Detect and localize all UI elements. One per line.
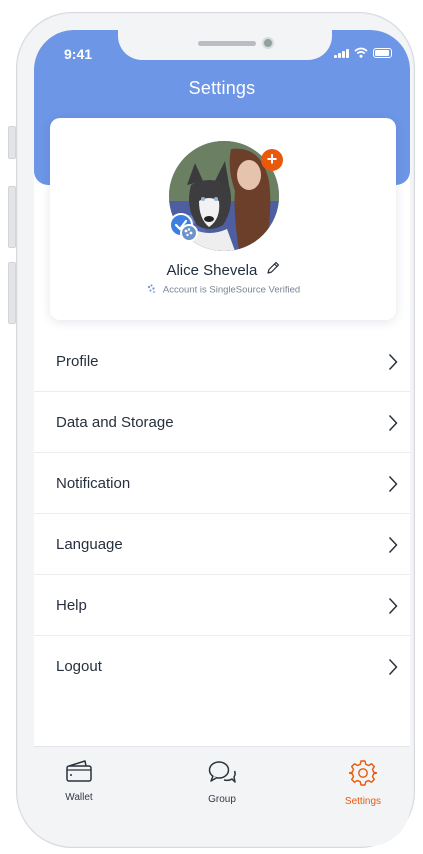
mute-switch xyxy=(8,126,16,159)
signal-icon xyxy=(334,49,349,58)
status-time: 9:41 xyxy=(64,46,93,62)
singlesource-badge-icon xyxy=(180,224,198,242)
app-screen: 9:41 Settings + Alice Shevela Account is… xyxy=(34,30,410,846)
profile-card: + Alice Shevela Account is SingleSource … xyxy=(50,118,396,320)
edit-pencil-icon[interactable] xyxy=(266,261,280,279)
settings-menu: Profile Data and Storage Notification La… xyxy=(34,331,410,697)
verification-text: Account is SingleSource Verified xyxy=(162,284,301,296)
gear-icon xyxy=(348,760,378,786)
menu-item-label: Logout xyxy=(56,658,102,675)
tab-settings-label: Settings xyxy=(344,796,382,807)
menu-item-logout[interactable]: Logout xyxy=(34,636,410,697)
chat-bubbles-icon xyxy=(208,761,236,783)
menu-item-data-and-storage[interactable]: Data and Storage xyxy=(34,392,410,453)
menu-item-label: Notification xyxy=(56,474,131,492)
menu-item-label: Help xyxy=(56,596,87,614)
wifi-icon xyxy=(354,47,368,58)
wallet-icon xyxy=(66,760,92,782)
tab-wallet-label: Wallet xyxy=(65,792,93,803)
user-name-text: Alice Shevela xyxy=(166,261,258,279)
menu-item-label: Language xyxy=(56,535,123,553)
tab-wallet[interactable]: Wallet xyxy=(34,759,124,803)
menu-item-notification[interactable]: Notification xyxy=(34,453,410,514)
volume-up-button xyxy=(8,186,16,248)
tab-group[interactable]: Group xyxy=(177,759,267,805)
front-camera xyxy=(262,37,274,49)
plus-icon: + xyxy=(266,149,278,169)
singlesource-icon xyxy=(146,283,157,297)
chevron-right-icon xyxy=(388,536,398,554)
speaker-grille xyxy=(198,41,256,46)
menu-item-profile[interactable]: Profile xyxy=(34,331,410,392)
add-photo-button[interactable]: + xyxy=(261,149,283,171)
menu-item-help[interactable]: Help xyxy=(34,575,410,636)
menu-item-label: Profile xyxy=(56,352,99,370)
user-name: Alice Shevela xyxy=(50,261,396,279)
avatar-container: + xyxy=(169,141,283,251)
device-notch xyxy=(118,30,332,60)
chevron-right-icon xyxy=(388,475,398,493)
bottom-tab-bar: Wallet Group Settings xyxy=(34,746,410,846)
menu-item-label: Data and Storage xyxy=(56,413,174,431)
chevron-right-icon xyxy=(388,353,398,371)
battery-icon xyxy=(373,48,392,58)
volume-down-button xyxy=(8,262,16,324)
verification-status: Account is SingleSource Verified xyxy=(50,283,396,297)
status-icons xyxy=(334,47,392,58)
tab-group-label: Group xyxy=(208,794,236,805)
chevron-right-icon xyxy=(388,658,398,676)
chevron-right-icon xyxy=(388,414,398,432)
page-title: Settings xyxy=(188,78,256,98)
tab-settings[interactable]: Settings xyxy=(318,759,408,807)
menu-item-language[interactable]: Language xyxy=(34,514,410,575)
chevron-right-icon xyxy=(388,597,398,615)
